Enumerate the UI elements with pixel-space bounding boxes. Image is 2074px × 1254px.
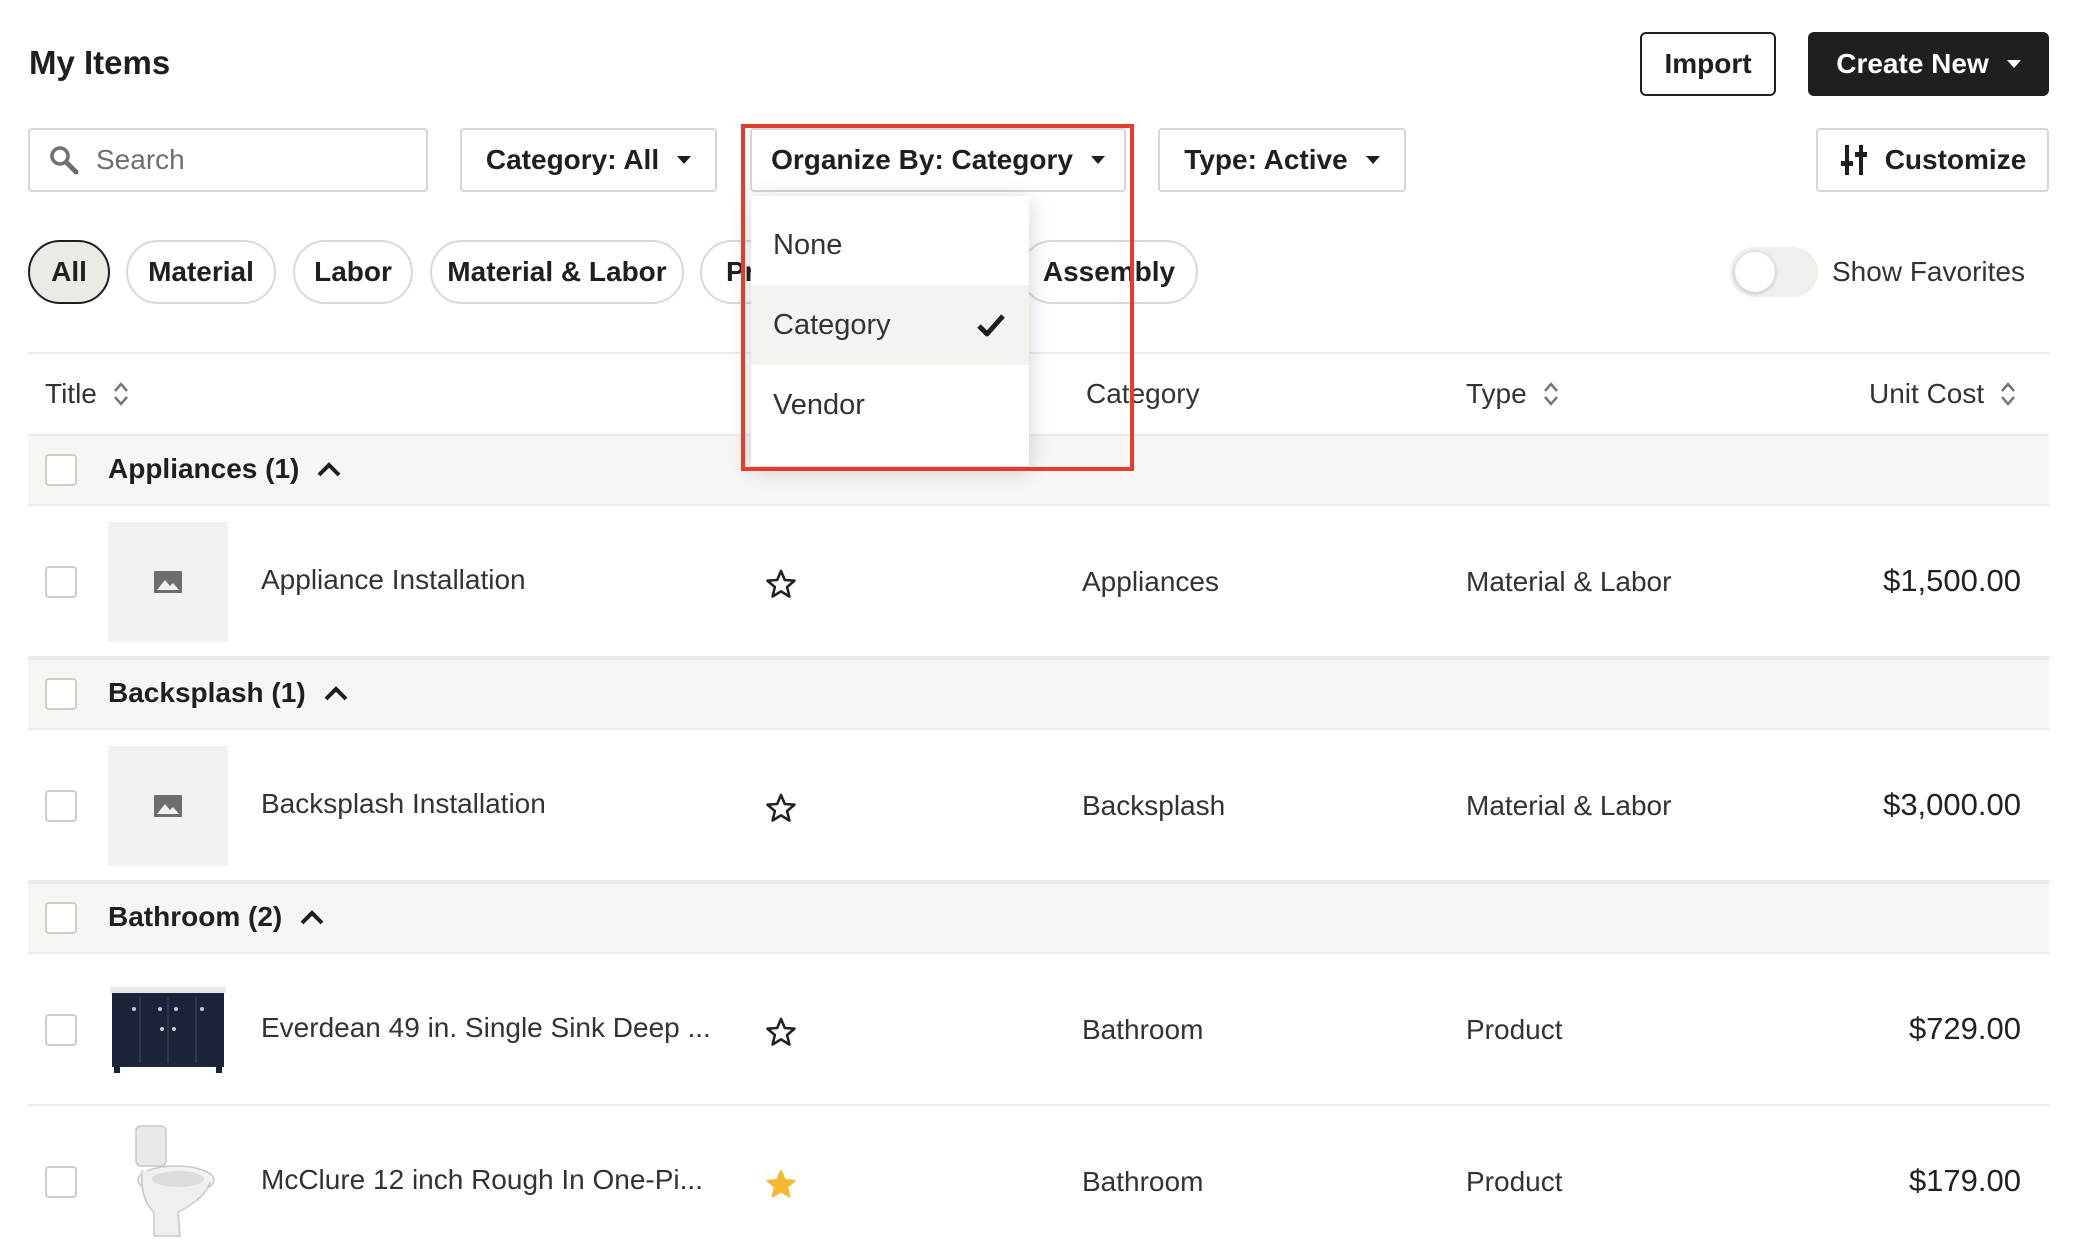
- item-unit-cost: $179.00: [1908, 1163, 2021, 1198]
- star-outline-icon[interactable]: [765, 1016, 797, 1048]
- chevron-up-icon[interactable]: [324, 685, 348, 701]
- caret-down-icon: [2006, 60, 2021, 68]
- chip-all[interactable]: All: [28, 240, 110, 304]
- toilet-image: [135, 1125, 215, 1237]
- show-favorites-label: Show Favorites: [1832, 256, 2025, 287]
- group-checkbox-bathroom[interactable]: [45, 902, 77, 934]
- organize-by-menu: None Category Vendor: [751, 196, 1029, 466]
- caret-down-icon: [1090, 156, 1105, 164]
- sort-icon: [2001, 382, 2016, 406]
- item-type: Material & Labor: [1466, 790, 1672, 821]
- column-unit-cost-label: Unit Cost: [1869, 378, 1985, 409]
- row-checkbox[interactable]: [45, 1014, 77, 1046]
- search-box[interactable]: [28, 128, 428, 192]
- group-header-appliances[interactable]: Appliances (1): [108, 453, 341, 485]
- item-unit-cost: $3,000.00: [1883, 787, 2021, 822]
- toggle-knob: [1735, 252, 1775, 292]
- item-type: Product: [1466, 1014, 1563, 1045]
- column-header-title[interactable]: Title: [45, 378, 129, 410]
- category-filter-dropdown[interactable]: Category: All: [460, 128, 717, 192]
- create-new-button[interactable]: Create New: [1808, 32, 2049, 96]
- row-checkbox[interactable]: [45, 566, 77, 598]
- item-category: Backsplash: [1082, 790, 1226, 821]
- sort-icon: [113, 382, 128, 406]
- chip-material-and-labor[interactable]: Material & Labor: [430, 240, 684, 304]
- group-checkbox-appliances[interactable]: [45, 454, 77, 486]
- show-favorites-toggle[interactable]: [1730, 247, 1818, 297]
- customize-button[interactable]: Customize: [1816, 128, 2049, 192]
- group-label: Backsplash (1): [108, 677, 306, 708]
- sliders-icon: [1840, 145, 1867, 175]
- menu-option-category[interactable]: Category: [751, 285, 1029, 365]
- column-header-unit-cost[interactable]: Unit Cost: [1869, 378, 2016, 410]
- row-checkbox[interactable]: [45, 790, 77, 822]
- chip-material[interactable]: Material: [126, 240, 276, 304]
- category-filter-label: Category: All: [485, 144, 660, 175]
- item-thumbnail: [108, 970, 228, 1090]
- sort-icon: [1543, 382, 1558, 406]
- image-placeholder-icon: [154, 795, 182, 817]
- item-category: Bathroom: [1082, 1166, 1204, 1197]
- customize-label: Customize: [1884, 144, 2027, 175]
- group-label: Bathroom (2): [108, 901, 283, 932]
- item-unit-cost: $1,500.00: [1883, 563, 2021, 598]
- column-title-label: Title: [45, 378, 97, 409]
- chevron-up-icon[interactable]: [317, 461, 341, 477]
- chip-assembly[interactable]: Assembly: [1020, 240, 1198, 304]
- menu-option-label: Category: [773, 308, 891, 341]
- create-new-label: Create New: [1836, 48, 1989, 79]
- item-unit-cost: $729.00: [1908, 1011, 2021, 1046]
- item-thumbnail: [108, 1122, 228, 1242]
- table-top-divider: [28, 352, 2049, 354]
- caret-down-icon: [1365, 156, 1380, 164]
- item-title[interactable]: Appliance Installation: [261, 564, 526, 596]
- item-title[interactable]: Backsplash Installation: [261, 788, 546, 820]
- chevron-up-icon[interactable]: [300, 909, 324, 925]
- group-row-bathroom: [28, 882, 2049, 954]
- column-header-type[interactable]: Type: [1466, 378, 1559, 410]
- item-title[interactable]: Everdean 49 in. Single Sink Deep ...: [261, 1012, 711, 1044]
- item-title[interactable]: McClure 12 inch Rough In One-Pi...: [261, 1164, 703, 1196]
- search-input[interactable]: [96, 144, 396, 176]
- group-label: Appliances (1): [108, 453, 300, 484]
- item-category: Appliances: [1082, 566, 1219, 597]
- search-icon: [50, 146, 79, 175]
- menu-option-none[interactable]: None: [751, 205, 1029, 285]
- column-header-category: Category: [1086, 378, 1200, 410]
- column-category-label: Category: [1086, 378, 1200, 409]
- star-outline-icon[interactable]: [765, 568, 797, 600]
- chip-labor[interactable]: Labor: [293, 240, 413, 304]
- item-category: Bathroom: [1082, 1014, 1204, 1045]
- item-type: Product: [1466, 1166, 1563, 1197]
- item-thumbnail: [108, 522, 228, 642]
- image-placeholder-icon: [154, 571, 182, 593]
- type-filter-label: Type: Active: [1184, 144, 1348, 175]
- group-header-bathroom[interactable]: Bathroom (2): [108, 901, 324, 933]
- checkmark-icon: [977, 314, 1005, 337]
- group-header-backsplash[interactable]: Backsplash (1): [108, 677, 348, 709]
- caret-down-icon: [677, 156, 692, 164]
- organize-by-dropdown[interactable]: Organize By: Category: [750, 128, 1126, 192]
- group-checkbox-backsplash[interactable]: [45, 678, 77, 710]
- organize-by-label: Organize By: Category: [771, 144, 1073, 175]
- import-button[interactable]: Import: [1640, 32, 1776, 96]
- star-outline-icon[interactable]: [765, 792, 797, 824]
- type-filter-dropdown[interactable]: Type: Active: [1158, 128, 1406, 192]
- item-type: Material & Labor: [1466, 566, 1672, 597]
- item-thumbnail: [108, 746, 228, 866]
- menu-option-vendor[interactable]: Vendor: [751, 365, 1029, 445]
- row-checkbox[interactable]: [45, 1166, 77, 1198]
- vanity-image: [110, 987, 226, 1073]
- star-filled-icon[interactable]: [765, 1168, 797, 1200]
- column-type-label: Type: [1466, 378, 1527, 409]
- page-title: My Items: [29, 44, 171, 81]
